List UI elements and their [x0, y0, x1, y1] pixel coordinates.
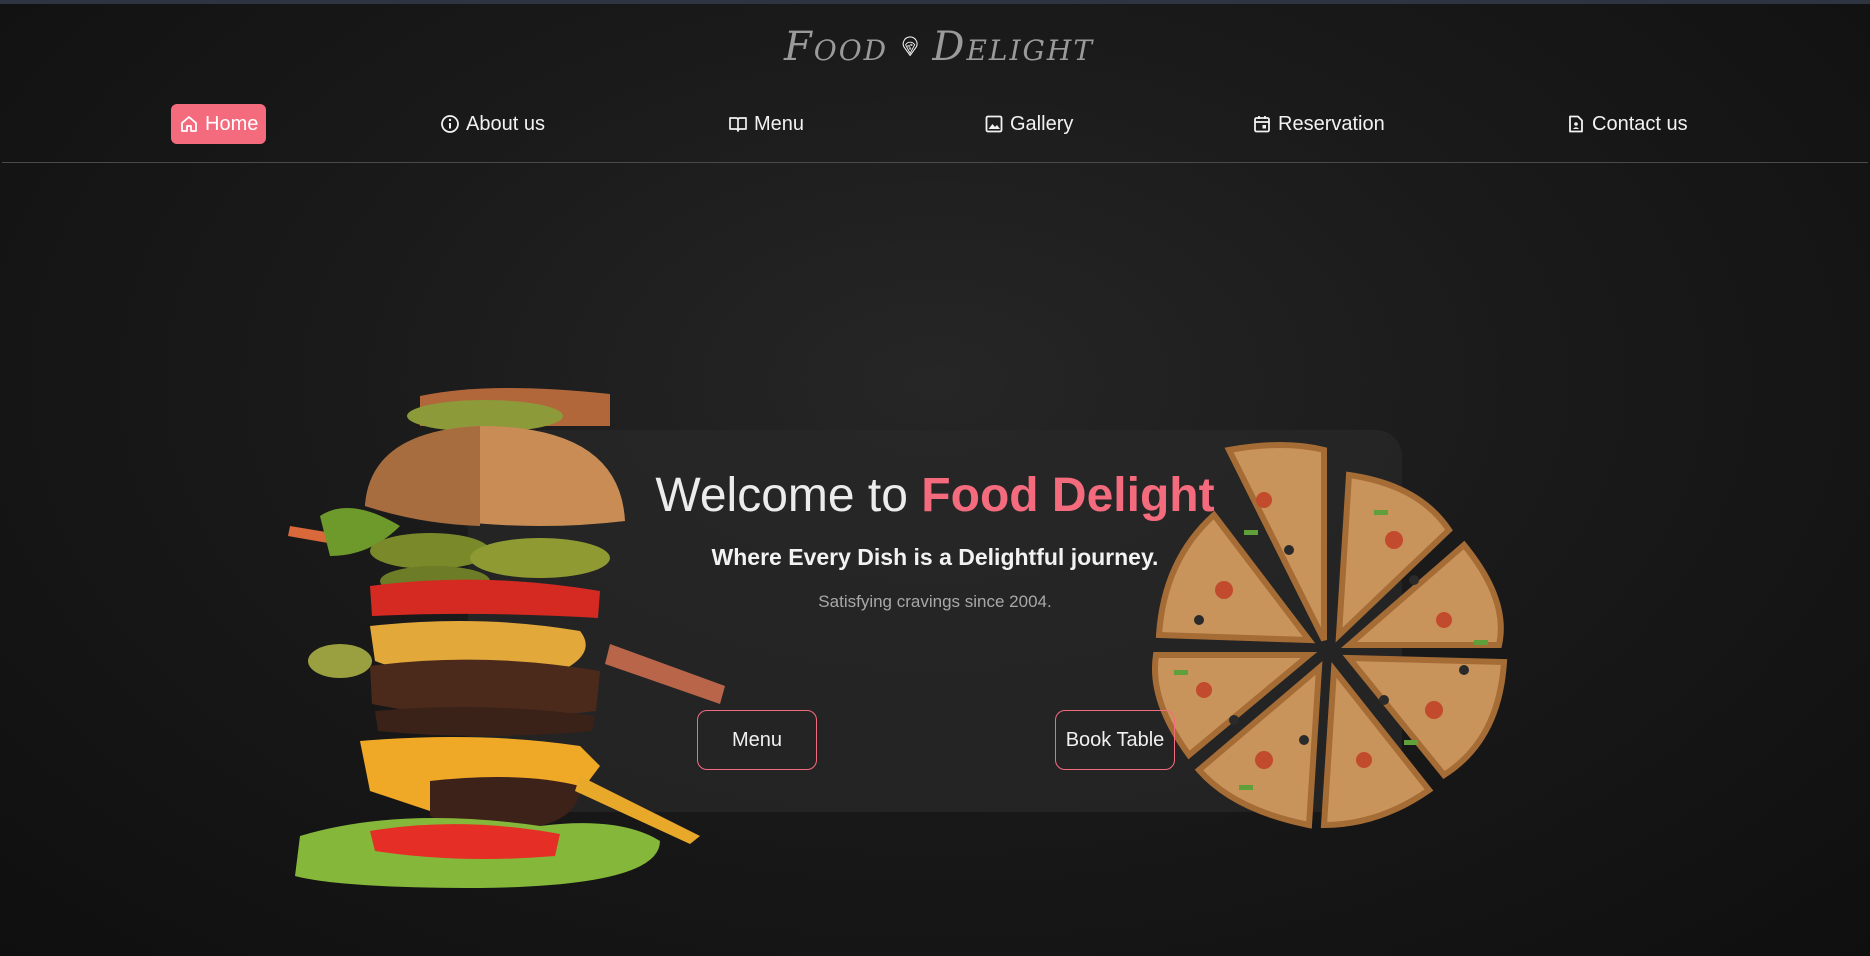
- pizza-pin-icon: [902, 36, 918, 56]
- contact-file-icon: [1569, 115, 1583, 133]
- brand-word-right: Delight: [932, 24, 1094, 70]
- nav-item-home[interactable]: Home: [171, 104, 267, 144]
- nav-label-reservation: Reservation: [1278, 112, 1385, 135]
- hero-title: Welcome to Food Delight: [468, 468, 1402, 523]
- nav-label-menu: Menu: [754, 112, 805, 135]
- nav-label-home: Home: [205, 112, 259, 135]
- brand-logo[interactable]: Food Delight: [784, 14, 1094, 80]
- calendar-icon: [1254, 116, 1270, 133]
- home-icon: [181, 116, 197, 132]
- hero-tagline: Satisfying cravings since 2004.: [818, 592, 1052, 611]
- nav-item-reservation[interactable]: Reservation: [1244, 104, 1393, 144]
- hero-subtitle: Where Every Dish is a Delightful journey…: [711, 544, 1159, 570]
- nav-label-about: About us: [466, 112, 545, 135]
- nav-item-gallery[interactable]: Gallery: [976, 104, 1081, 144]
- menu-button[interactable]: Menu: [697, 710, 817, 770]
- nav-label-contact: Contact us: [1592, 112, 1688, 135]
- nav-item-about[interactable]: About us: [432, 104, 553, 144]
- nav-item-contact[interactable]: Contact us: [1558, 104, 1696, 144]
- info-icon: [441, 115, 459, 133]
- image-icon: [985, 115, 1003, 133]
- hero-title-prefix: Welcome to: [655, 469, 922, 522]
- site-header: Food Delight Home About us Menu Gallery: [2, 4, 1868, 163]
- main-nav: Home About us Menu Gallery Reservation C…: [2, 104, 1868, 148]
- hero-title-accent: Food Delight: [921, 469, 1215, 522]
- nav-label-gallery: Gallery: [1010, 112, 1074, 135]
- book-table-button[interactable]: Book Table: [1055, 710, 1175, 770]
- brand-word-left: Food: [784, 24, 889, 70]
- burger-image: [288, 387, 725, 888]
- book-icon: [729, 117, 747, 132]
- nav-item-menu[interactable]: Menu: [720, 104, 812, 144]
